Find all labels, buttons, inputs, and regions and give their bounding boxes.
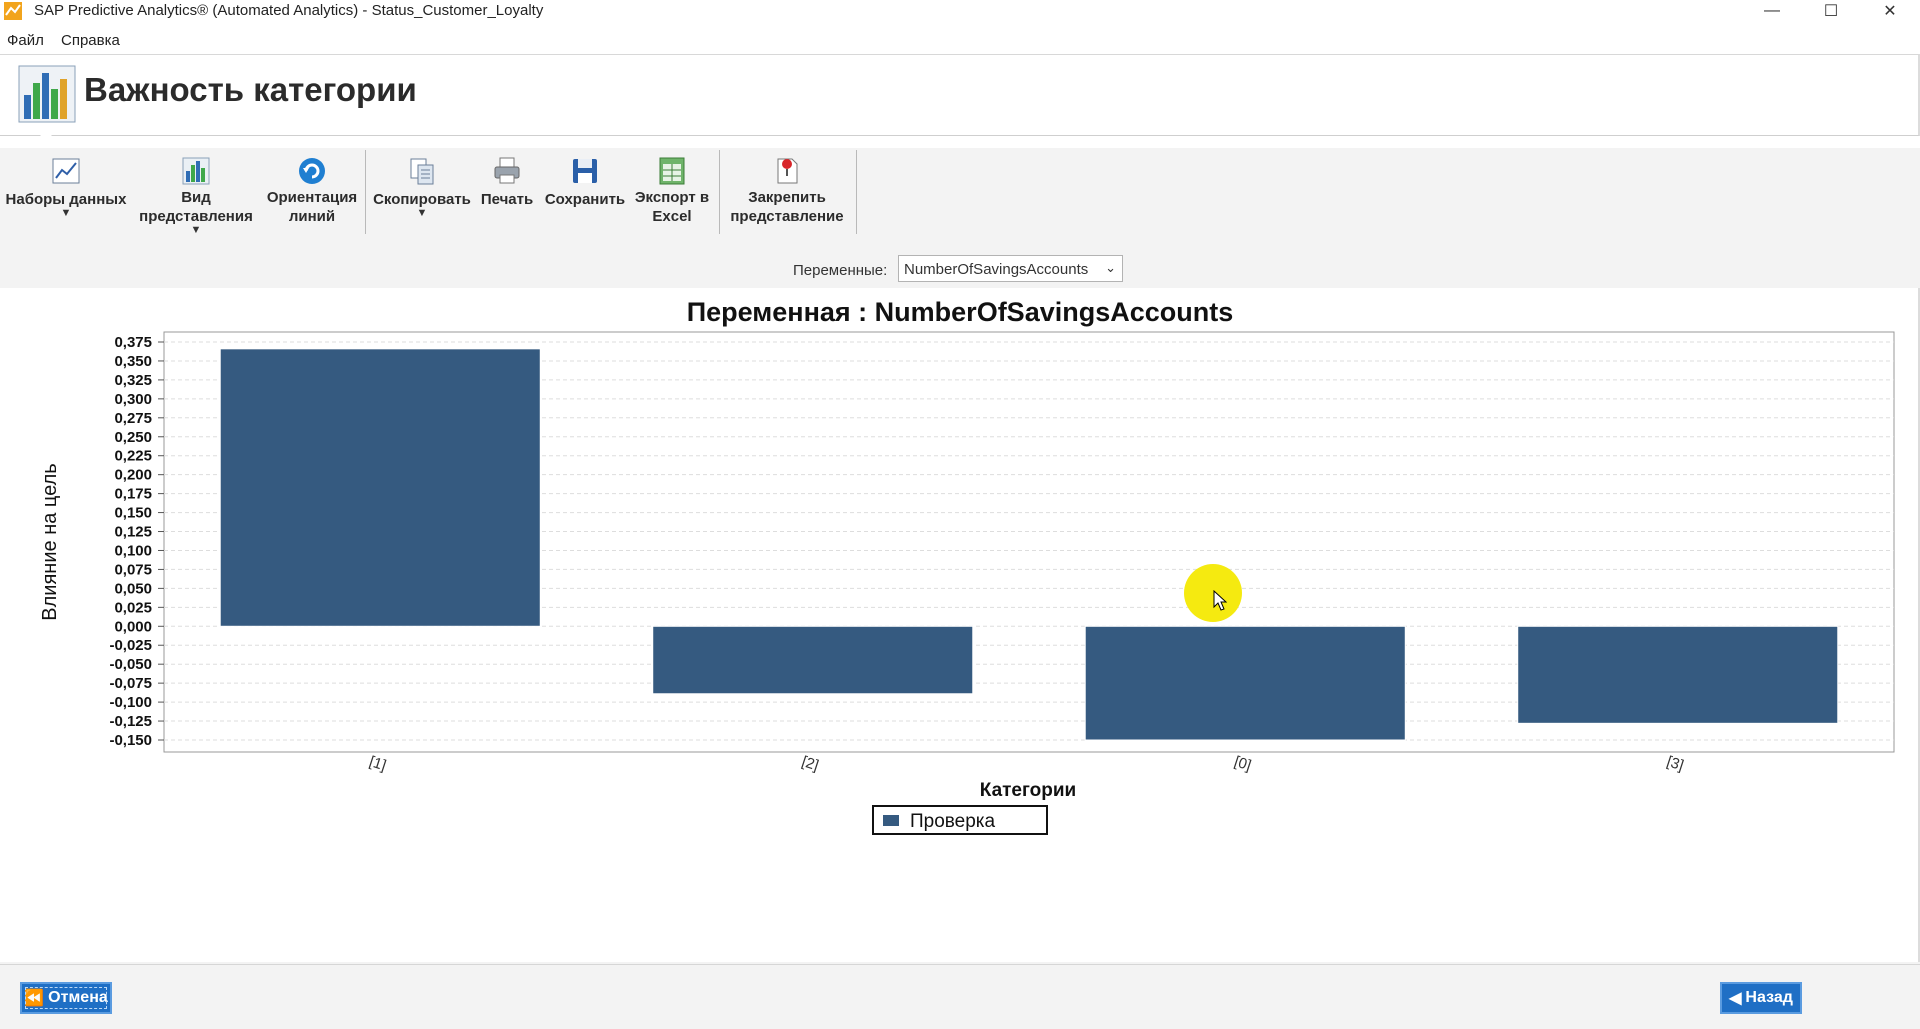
y-tick-label: -0,025 (109, 637, 152, 654)
toolbar: Наборы данных ▼ Вид представления ▼ Орие… (0, 148, 1920, 240)
copy-icon (410, 158, 434, 185)
pin-view-icon (777, 158, 798, 184)
close-button[interactable]: ✕ (1862, 0, 1918, 22)
minimize-icon: — (1764, 2, 1780, 19)
maximize-button[interactable]: ☐ (1803, 0, 1859, 22)
y-tick-label: 0,300 (114, 391, 152, 408)
menu-bar: Файл Справка (0, 28, 1920, 54)
y-tick-label: 0,125 (114, 524, 152, 541)
variable-label: Переменные: (793, 262, 888, 279)
toolbar-separator (719, 150, 720, 234)
chevron-down-icon: ▼ (60, 207, 72, 219)
footer-bar: ⏪ Отмена ◀ Назад (0, 964, 1920, 1029)
toolbar-separator (856, 150, 857, 234)
y-axis-ticks: 0,375 0,350 0,325 0,300 0,275 0,250 0,225 0,200… (109, 334, 164, 749)
copy-button[interactable]: Скопировать ▼ (370, 148, 474, 238)
x-tick-label: [2] (800, 753, 821, 774)
chart-panel: Переменная : NumberOfSavingsAccounts 0,3… (0, 288, 1920, 962)
window-title: SAP Predictive Analytics® (Automated Ana… (34, 2, 544, 19)
y-tick-label: 0,150 (114, 505, 152, 522)
legend-swatch (883, 815, 899, 826)
sap-app-icon (4, 2, 22, 20)
y-axis-label: Влияние на цель (39, 463, 61, 620)
print-button[interactable]: Печать (474, 148, 540, 238)
y-tick-label: -0,100 (109, 694, 152, 711)
export-excel-button[interactable]: Экспорт в Excel (630, 148, 714, 238)
bar (1084, 625, 1406, 741)
y-tick-label: -0,150 (109, 732, 152, 749)
page-header: Важность категории (0, 54, 1920, 141)
datasets-button[interactable]: Наборы данных ▼ (4, 148, 128, 238)
content-area: Переменные: NumberOfSavingsAccounts ⌄ Пе… (0, 240, 1920, 964)
y-tick-label: -0,050 (109, 656, 152, 673)
close-icon: ✕ (1883, 3, 1897, 20)
rewind-icon: ⏪ (24, 990, 45, 1007)
variable-selector-row: Переменные: NumberOfSavingsAccounts ⌄ (0, 254, 1920, 284)
menu-help[interactable]: Справка (61, 32, 120, 49)
y-tick-label: 0,100 (114, 542, 152, 559)
legend: Проверка (872, 805, 1048, 835)
chevron-down-icon: ▼ (416, 207, 428, 219)
variable-select[interactable]: NumberOfSavingsAccounts ⌄ (898, 255, 1123, 282)
legend-label: Проверка (910, 811, 996, 832)
x-tick-label: [3] (1665, 753, 1686, 774)
y-tick-label: 0,350 (114, 353, 152, 370)
chevron-down-icon: ⌄ (1105, 260, 1116, 275)
window-title-bar: SAP Predictive Analytics® (Automated Ana… (0, 0, 1920, 22)
y-tick-label: 0,275 (114, 410, 152, 427)
bar (652, 625, 974, 695)
variable-select-value: NumberOfSavingsAccounts (904, 261, 1089, 278)
back-arrow-icon: ◀ (1729, 990, 1742, 1007)
rotate-icon (299, 158, 325, 184)
y-tick-label: -0,125 (109, 713, 152, 730)
header-notch (38, 133, 54, 141)
view-button[interactable]: Вид представления ▼ (132, 148, 260, 238)
cancel-label: Отмена (48, 989, 108, 1006)
excel-export-icon (659, 157, 685, 185)
bar-chart-icon (182, 157, 210, 185)
save-icon (573, 159, 597, 183)
y-tick-label: 0,025 (114, 599, 152, 616)
bar (219, 348, 541, 627)
line-orientation-button[interactable]: Ориентация линий (262, 148, 362, 238)
y-tick-label: -0,075 (109, 675, 152, 692)
minimize-button[interactable]: — (1744, 0, 1800, 22)
y-tick-label: 0,250 (114, 429, 152, 446)
bar (1517, 625, 1839, 724)
chevron-down-icon: ▼ (190, 224, 202, 236)
x-tick-label: [0] (1232, 753, 1253, 774)
page-title: Важность категории (84, 71, 417, 108)
y-tick-label: 0,000 (114, 618, 152, 635)
bar-chart: Переменная : NumberOfSavingsAccounts 0,3… (39, 297, 1895, 835)
y-tick-label: 0,075 (114, 561, 152, 578)
printer-icon (494, 157, 520, 184)
cancel-button[interactable]: ⏪ Отмена (20, 982, 112, 1014)
save-button[interactable]: Сохранить (542, 148, 628, 238)
x-axis-label: Категории (980, 780, 1077, 801)
menu-file[interactable]: Файл (7, 32, 44, 49)
bar-chart-app-icon (18, 65, 76, 123)
y-tick-label: 0,050 (114, 580, 152, 597)
line-chart-icon (52, 158, 80, 184)
y-tick-label: 0,225 (114, 448, 152, 465)
mouse-pointer-icon (1213, 590, 1227, 611)
x-axis-ticks: [1] [2] [0] [3] (367, 753, 1686, 774)
y-tick-label: 0,325 (114, 372, 152, 389)
x-tick-label: [1] (367, 753, 388, 774)
maximize-icon: ☐ (1823, 3, 1839, 20)
back-label: Назад (1745, 989, 1793, 1006)
y-tick-label: 0,200 (114, 467, 152, 484)
y-tick-label: 0,375 (114, 334, 152, 351)
pin-view-button[interactable]: Закрепить представление (724, 148, 850, 238)
chart-title: Переменная : NumberOfSavingsAccounts (687, 297, 1234, 327)
toolbar-separator (365, 150, 366, 234)
back-button[interactable]: ◀ Назад (1720, 982, 1802, 1014)
y-tick-label: 0,175 (114, 486, 152, 503)
